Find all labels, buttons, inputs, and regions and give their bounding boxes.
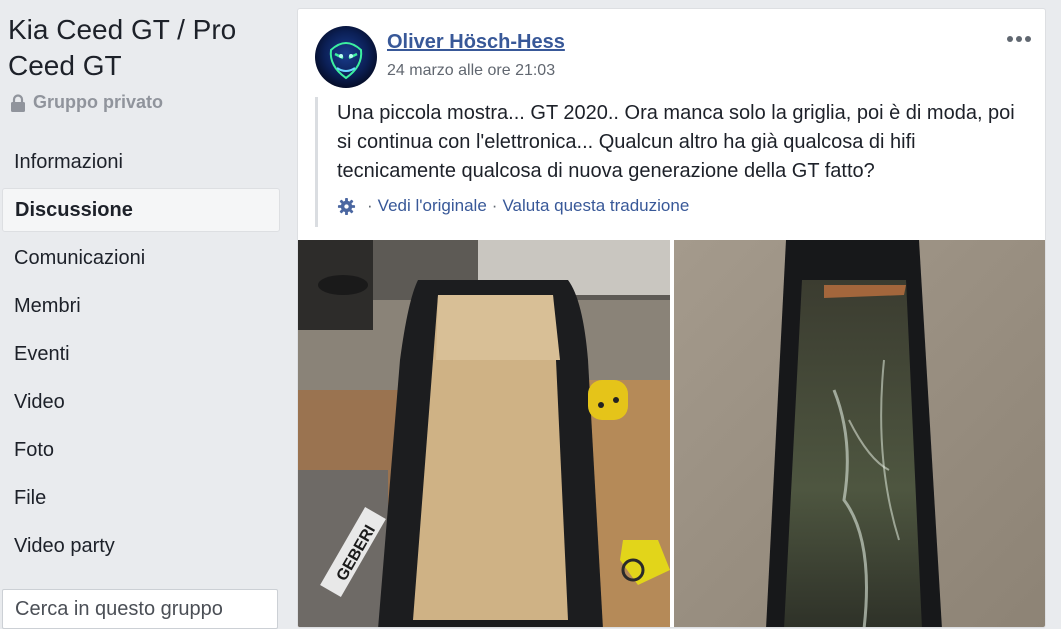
group-nav: Informazioni Discussione Comunicazioni M… bbox=[2, 140, 280, 572]
gear-icon[interactable] bbox=[337, 197, 356, 216]
view-original-link[interactable]: Vedi l'originale bbox=[378, 196, 487, 216]
group-privacy: Gruppo privato bbox=[10, 92, 163, 113]
translation-separator: · bbox=[491, 196, 498, 215]
translation-bar: · Vedi l'originale · Valuta questa tradu… bbox=[337, 196, 689, 216]
post-photo-2[interactable] bbox=[674, 240, 1045, 627]
avatar-image bbox=[315, 26, 377, 88]
post-photo-1[interactable]: GEBERI bbox=[298, 240, 670, 627]
translation-separator: · bbox=[367, 196, 373, 215]
post-card: Oliver Hösch-Hess 24 marzo alle ore 21:0… bbox=[297, 8, 1046, 628]
post-body: Una piccola mostra... GT 2020.. Ora manc… bbox=[315, 97, 1027, 227]
lock-icon bbox=[11, 93, 25, 112]
photo-1-image: GEBERI bbox=[298, 240, 670, 627]
post-text: Una piccola mostra... GT 2020.. Ora manc… bbox=[337, 102, 1015, 182]
nav-item-eventi[interactable]: Eventi bbox=[2, 332, 280, 376]
group-sidebar: Kia Ceed GT / Pro Ceed GT Gruppo privato… bbox=[0, 0, 282, 629]
nav-item-discussione[interactable]: Discussione bbox=[2, 188, 280, 232]
nav-item-foto[interactable]: Foto bbox=[2, 428, 280, 472]
group-title[interactable]: Kia Ceed GT / Pro Ceed GT bbox=[8, 12, 278, 84]
post-timestamp[interactable]: 24 marzo alle ore 21:03 bbox=[387, 62, 555, 80]
nav-item-comunicazioni[interactable]: Comunicazioni bbox=[2, 236, 280, 280]
more-options-icon[interactable] bbox=[1005, 29, 1033, 49]
nav-item-membri[interactable]: Membri bbox=[2, 284, 280, 328]
nav-item-video[interactable]: Video bbox=[2, 380, 280, 424]
author-avatar[interactable] bbox=[315, 26, 377, 88]
nav-item-informazioni[interactable]: Informazioni bbox=[2, 140, 280, 184]
nav-item-file[interactable]: File bbox=[2, 476, 280, 520]
group-privacy-label: Gruppo privato bbox=[33, 92, 163, 112]
group-search-box bbox=[2, 589, 280, 629]
group-search-input[interactable] bbox=[3, 591, 280, 627]
post-author-name[interactable]: Oliver Hösch-Hess bbox=[387, 31, 565, 54]
nav-item-video-party[interactable]: Video party bbox=[2, 524, 280, 568]
photo-2-image bbox=[674, 240, 1045, 627]
rate-translation-link[interactable]: Valuta questa traduzione bbox=[502, 196, 689, 216]
